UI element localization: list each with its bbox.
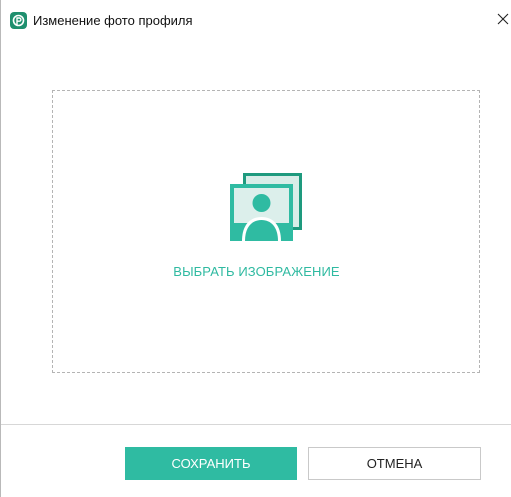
footer-divider [1, 424, 511, 425]
cancel-button[interactable]: ОТМЕНА [308, 447, 481, 480]
app-logo-icon [10, 12, 27, 29]
close-icon [497, 13, 508, 25]
choose-image-link[interactable]: ВЫБРАТЬ ИЗОБРАЖЕНИЕ [1, 263, 511, 281]
save-button[interactable]: СОХРАНИТЬ [125, 447, 297, 480]
title-bar: Изменение фото профиля [1, 0, 511, 37]
edit-profile-photo-dialog: Изменение фото профиля ВЫБРАТЬ ИЗОБРАЖЕН… [0, 0, 511, 497]
close-button[interactable] [494, 8, 511, 30]
image-gallery-icon[interactable] [230, 173, 303, 241]
dialog-title: Изменение фото профиля [33, 13, 193, 28]
